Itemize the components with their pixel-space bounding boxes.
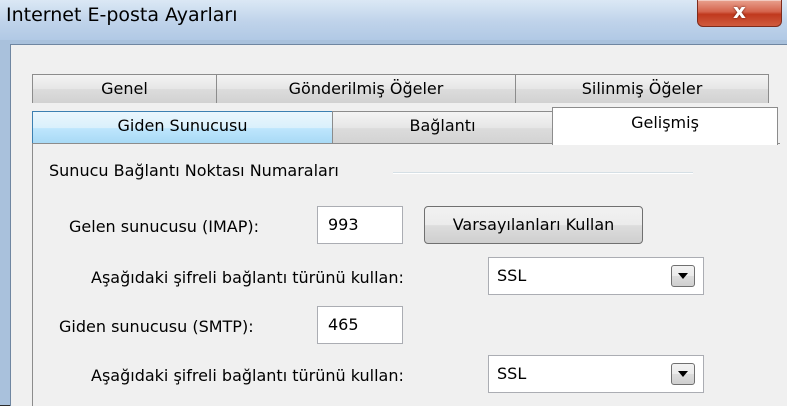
tab-label: Gönderilmiş Öğeler bbox=[288, 79, 444, 98]
tab-label: Gelişmiş bbox=[631, 113, 699, 132]
outgoing-port-input[interactable]: 465 bbox=[317, 306, 403, 344]
outgoing-port-value: 465 bbox=[328, 315, 359, 334]
tab-silinmis-ogeler[interactable]: Silinmiş Öğeler bbox=[515, 74, 769, 103]
dialog-window: Internet E-posta Ayarları x Genel Gönder… bbox=[0, 0, 787, 406]
group-divider bbox=[393, 172, 693, 174]
chevron-down-icon bbox=[678, 371, 688, 377]
title-bar[interactable]: Internet E-posta Ayarları x bbox=[0, 0, 787, 40]
tab-genel[interactable]: Genel bbox=[32, 74, 217, 103]
tab-label: Genel bbox=[101, 79, 148, 98]
incoming-port-value: 993 bbox=[328, 215, 359, 234]
tab-gonderilmis-ogeler[interactable]: Gönderilmiş Öğeler bbox=[216, 74, 516, 103]
incoming-port-input[interactable]: 993 bbox=[317, 206, 403, 244]
group-title: Sunucu Bağlantı Noktası Numaraları bbox=[49, 161, 345, 180]
window-title: Internet E-posta Ayarları bbox=[6, 4, 238, 26]
outgoing-server-label: Giden sunucusu (SMTP): bbox=[59, 317, 254, 336]
dropdown-button[interactable] bbox=[671, 265, 695, 287]
tab-label: Silinmiş Öğeler bbox=[581, 79, 703, 98]
use-defaults-label: Varsayılanları Kullan bbox=[452, 215, 615, 234]
outgoing-encryption-select[interactable]: SSL bbox=[488, 355, 704, 393]
close-button[interactable]: x bbox=[697, 0, 782, 27]
incoming-server-label: Gelen sunucusu (IMAP): bbox=[69, 217, 260, 236]
tab-gelismis[interactable]: Gelişmiş bbox=[552, 107, 778, 145]
tab-content-panel: Sunucu Bağlantı Noktası Numaraları Gelen… bbox=[32, 143, 780, 406]
outgoing-encryption-value: SSL bbox=[497, 364, 527, 383]
incoming-encryption-value: SSL bbox=[497, 266, 527, 285]
tab-baglanti[interactable]: Bağlantı bbox=[332, 111, 553, 144]
incoming-encryption-label: Aşağıdaki şifreli bağlantı türünü kullan… bbox=[91, 268, 404, 287]
outgoing-encryption-label: Aşağıdaki şifreli bağlantı türünü kullan… bbox=[91, 366, 404, 385]
tab-label: Giden Sunucusu bbox=[117, 116, 248, 135]
tab-giden-sunucusu[interactable]: Giden Sunucusu bbox=[32, 111, 333, 144]
dropdown-button[interactable] bbox=[671, 363, 695, 385]
tab-label: Bağlantı bbox=[409, 116, 476, 135]
use-defaults-button[interactable]: Varsayılanları Kullan bbox=[424, 206, 643, 244]
close-icon: x bbox=[733, 0, 746, 23]
chevron-down-icon bbox=[678, 273, 688, 279]
incoming-encryption-select[interactable]: SSL bbox=[488, 257, 704, 295]
